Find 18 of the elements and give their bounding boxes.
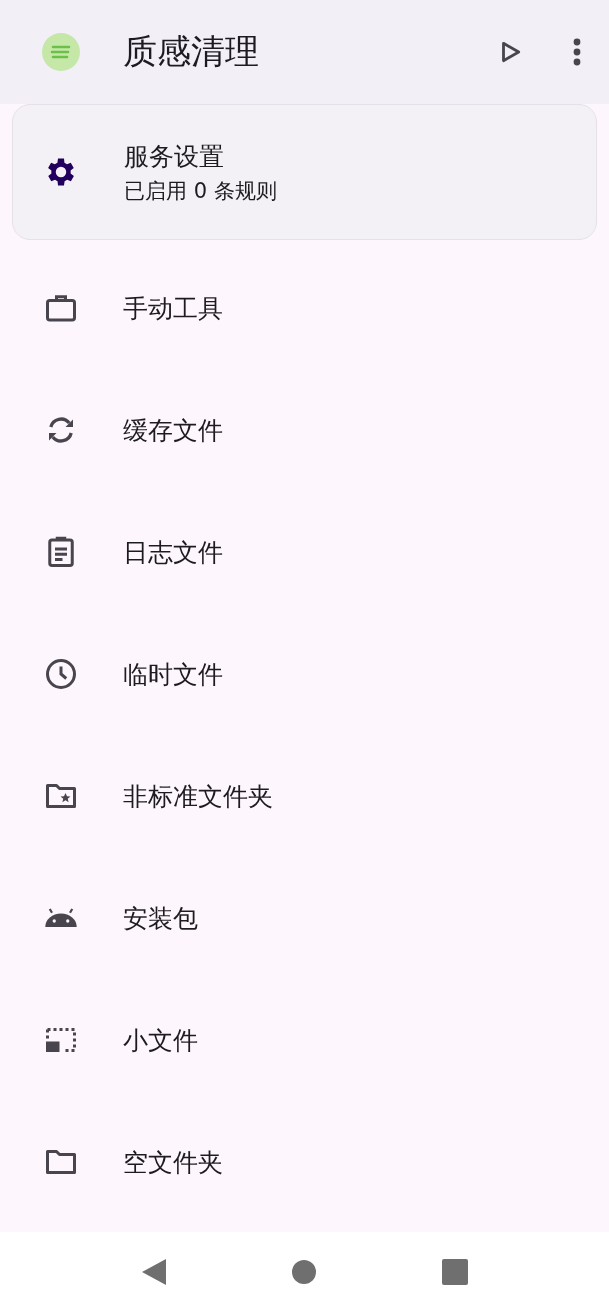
menu-item[interactable]: 安装包 — [0, 857, 609, 979]
card-subtitle: 已启用 0 条规则 — [124, 177, 277, 205]
menu-item[interactable]: 缓存文件 — [0, 369, 609, 491]
menu-item[interactable]: 手动工具 — [0, 247, 609, 369]
app-logo-icon — [41, 32, 81, 72]
recents-icon[interactable] — [441, 1258, 468, 1285]
menu-item[interactable]: 日志文件 — [0, 491, 609, 613]
menu-item[interactable]: 非标准文件夹 — [0, 735, 609, 857]
more-options-icon[interactable] — [573, 38, 581, 66]
clock-icon — [43, 656, 79, 692]
menu-item[interactable]: 小文件 — [0, 979, 609, 1101]
menu-item[interactable]: 临时文件 — [0, 613, 609, 735]
back-icon[interactable] — [141, 1258, 166, 1285]
card-title: 服务设置 — [124, 140, 225, 173]
home-icon[interactable] — [291, 1259, 316, 1284]
app-title: 质感清理 — [123, 30, 259, 73]
service-settings-card[interactable]: 服务设置 已启用 0 条规则 — [12, 104, 597, 240]
menu-item[interactable]: 空文件夹 — [0, 1101, 609, 1223]
